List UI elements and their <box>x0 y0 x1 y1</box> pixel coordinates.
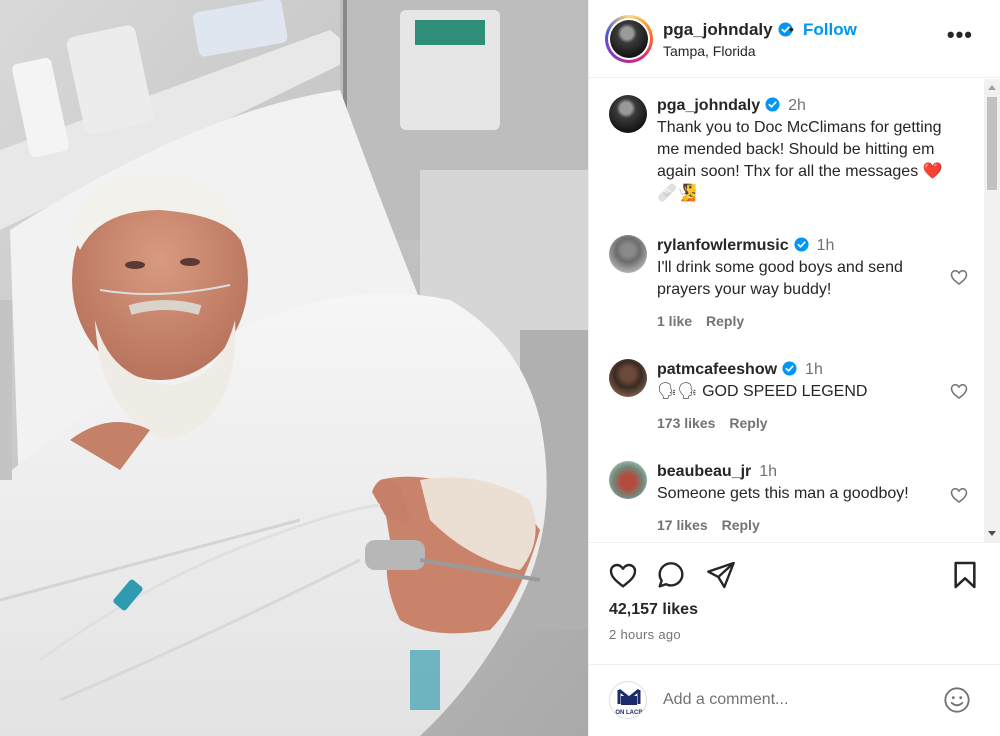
bookmark-icon[interactable] <box>949 559 981 591</box>
comment-time[interactable]: 1h <box>817 237 835 254</box>
scroll-down-arrow-icon[interactable] <box>988 531 996 536</box>
verified-badge-icon <box>782 361 797 376</box>
scroll-up-arrow-icon[interactable] <box>988 85 996 90</box>
author-username[interactable]: pga_johndaly <box>663 20 793 40</box>
comment-bubble-icon[interactable] <box>655 559 687 591</box>
reply-button[interactable]: Reply <box>706 313 744 329</box>
avatar-logo-text: ON LACR <box>615 710 643 716</box>
caption-text: Thank you to Doc McClimans for getting m… <box>657 119 943 202</box>
post-photo[interactable] <box>0 0 588 736</box>
add-comment-bar: ON LACR Add a comment... <box>589 664 1000 736</box>
comment-username[interactable]: rylanfowlermusic <box>657 237 789 254</box>
comment-text: 🗣🗣 GOD SPEED LEGEND <box>657 383 868 400</box>
reply-button[interactable]: Reply <box>729 415 767 431</box>
like-comment-heart-icon[interactable] <box>949 485 969 505</box>
comment-time[interactable]: 1h <box>759 463 777 480</box>
more-options-icon[interactable]: ••• <box>947 24 973 46</box>
scrollbar-thumb[interactable] <box>987 97 997 190</box>
post-header: pga_johndaly • Follow Tampa, Florida ••• <box>589 0 1000 78</box>
comment-username[interactable]: patmcafeeshow <box>657 361 777 378</box>
caption-time[interactable]: 2h <box>788 97 806 114</box>
comment-likes[interactable]: 173 likes <box>657 415 715 431</box>
like-comment-heart-icon[interactable] <box>949 267 969 287</box>
current-user-avatar: ON LACR <box>609 681 647 719</box>
heart-icon[interactable] <box>607 559 639 591</box>
like-comment-heart-icon[interactable] <box>949 381 969 401</box>
separator-dot: • <box>789 21 794 37</box>
likes-count[interactable]: 42,157 likes <box>609 601 698 619</box>
comment-time[interactable]: 1h <box>805 361 823 378</box>
paper-plane-icon[interactable] <box>705 559 737 591</box>
comment-text: Someone gets this man a goodboy! <box>657 485 909 502</box>
comment-likes[interactable]: 17 likes <box>657 517 708 533</box>
comments-scrollbar[interactable] <box>984 79 1000 542</box>
caption-username[interactable]: pga_johndaly <box>657 97 760 114</box>
post-location[interactable]: Tampa, Florida <box>663 43 756 59</box>
post-actions: 42,157 likes 2 hours ago <box>589 542 1000 664</box>
verified-badge-icon <box>765 97 780 112</box>
post-details-panel: pga_johndaly • Follow Tampa, Florida •••… <box>588 0 1000 736</box>
follow-button[interactable]: Follow <box>803 20 857 40</box>
comment-text: I'll drink some good boys and send praye… <box>657 259 903 298</box>
smiley-icon[interactable] <box>943 686 971 714</box>
comment-avatar[interactable] <box>609 461 647 499</box>
comment-likes[interactable]: 1 like <box>657 313 692 329</box>
hospital-bed-photo <box>0 0 588 736</box>
comment-avatar[interactable] <box>609 235 647 273</box>
reply-button[interactable]: Reply <box>722 517 760 533</box>
comment-avatar[interactable] <box>609 359 647 397</box>
comments-list[interactable]: pga_johndaly 2h Thank you to Doc McCliman… <box>589 79 1000 542</box>
caption-author-avatar[interactable] <box>609 95 647 133</box>
verified-badge-icon <box>794 237 809 252</box>
add-comment-input[interactable]: Add a comment... <box>663 691 788 709</box>
comment-username[interactable]: beaubeau_jr <box>657 463 751 480</box>
author-avatar[interactable] <box>605 15 653 63</box>
post-timestamp[interactable]: 2 hours ago <box>609 627 681 642</box>
